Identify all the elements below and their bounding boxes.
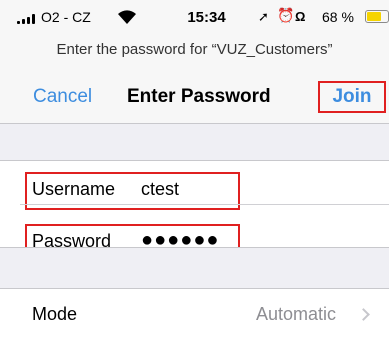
mode-row[interactable]: Mode Automatic [0,289,389,349]
headphones-icon: Ω [295,9,306,24]
row-divider [20,204,389,205]
username-field[interactable]: ctest [141,179,179,200]
status-bar: O2 - CZ 15:34 ➚ ⏰ Ω 68 % [0,0,389,34]
battery-percent: 68 % [322,9,354,25]
alarm-icon: ⏰ [277,7,295,23]
join-button[interactable]: Join [318,81,386,113]
mode-label: Mode [32,304,78,324]
battery-level [367,12,381,21]
chevron-right-icon [357,308,370,321]
cancel-button[interactable]: Cancel [33,86,92,108]
battery-icon [365,10,389,23]
navigation-bar: Enter the password for “VUZ_Customers” C… [0,34,389,124]
section-spacer [0,247,389,289]
username-label: Username [32,179,116,199]
section-spacer [0,124,389,161]
mode-value: Automatic [256,304,337,324]
location-icon: ➚ [258,9,269,24]
page-title: Enter Password [127,86,271,107]
password-prompt: Enter the password for “VUZ_Customers” [56,41,333,58]
